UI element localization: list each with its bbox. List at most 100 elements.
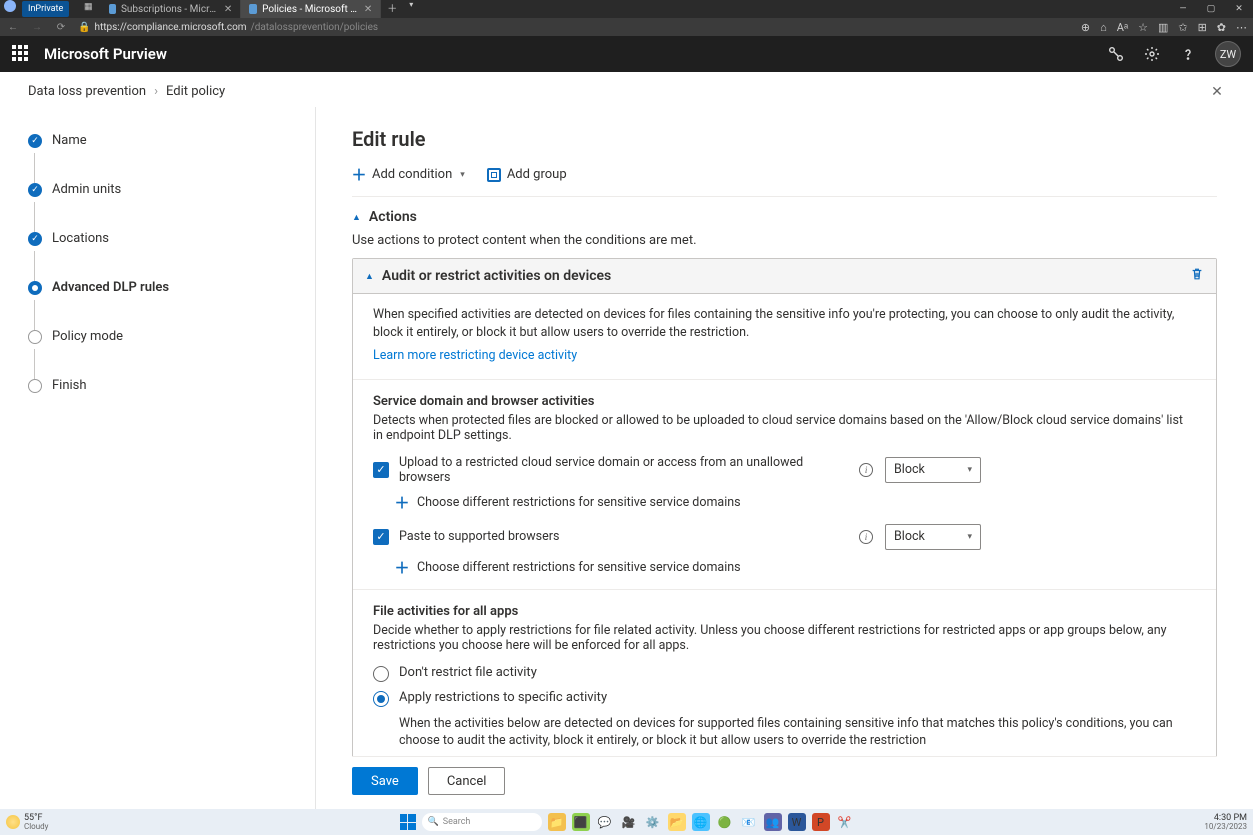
taskbar-app-icon[interactable]: ⚙️	[644, 813, 662, 831]
check-icon	[28, 183, 42, 197]
chevron-down-icon: ▾	[967, 532, 972, 542]
taskbar-app-icon[interactable]: 📧	[740, 813, 758, 831]
favorite-icon[interactable]: ☆	[1138, 21, 1148, 34]
add-condition-label: Add condition	[372, 167, 452, 182]
step-finish[interactable]: Finish	[28, 378, 295, 393]
taskbar-app-icon[interactable]: 👥	[764, 813, 782, 831]
back-button[interactable]: ←	[6, 22, 20, 33]
split-icon[interactable]: ▥	[1158, 21, 1168, 34]
radio-apply-restrictions[interactable]	[373, 691, 389, 707]
upload-action-select[interactable]: Block ▾	[885, 457, 981, 483]
taskbar-app-icon[interactable]: ⬛	[572, 813, 590, 831]
step-label: Finish	[52, 378, 87, 393]
choose-service-restrictions-button-2[interactable]: ＋ Choose different restrictions for sens…	[395, 560, 1196, 575]
taskbar-app-icon[interactable]: 🎥	[620, 813, 638, 831]
info-icon[interactable]	[859, 463, 873, 477]
circle-icon	[28, 330, 42, 344]
refresh-button[interactable]: ⟳	[54, 22, 68, 33]
address-bar[interactable]: 🔒 https://compliance.microsoft.com/datal…	[78, 22, 1071, 33]
taskbar-app-icon[interactable]: 🌐	[692, 813, 710, 831]
step-policy-mode[interactable]: Policy mode	[28, 329, 295, 344]
taskbar-search[interactable]: 🔍 Search	[422, 813, 542, 831]
start-button[interactable]	[400, 814, 416, 830]
url-host: https://compliance.microsoft.com	[94, 22, 246, 33]
collections-icon[interactable]: ⊞	[1198, 21, 1207, 34]
profile-avatar-icon[interactable]	[4, 0, 16, 12]
step-label: Policy mode	[52, 329, 123, 344]
choose-svc-label-2: Choose different restrictions for sensit…	[417, 560, 741, 575]
read-aloud-icon[interactable]: Aᵃ	[1117, 21, 1128, 34]
radio-apply-description: When the activities below are detected o…	[399, 715, 1196, 750]
zoom-icon[interactable]: ⊕	[1081, 21, 1090, 34]
step-advanced-dlp-rules[interactable]: Advanced DLP rules	[28, 280, 295, 295]
page-title: Edit rule	[352, 127, 1217, 151]
step-locations[interactable]: Locations	[28, 231, 295, 246]
service-domain-title: Service domain and browser activities	[373, 394, 1196, 409]
maximize-button[interactable]: ▢	[1197, 0, 1225, 18]
weather-icon	[6, 815, 20, 829]
tab-actions-icon[interactable]: ▦	[81, 0, 95, 14]
chevron-up-icon[interactable]	[365, 271, 374, 282]
select-value: Block	[894, 462, 925, 477]
connector-icon[interactable]	[1107, 45, 1125, 63]
card-title: Audit or restrict activities on devices	[382, 268, 611, 284]
choose-service-restrictions-button[interactable]: ＋ Choose different restrictions for sens…	[395, 495, 1196, 510]
breadcrumb-edit-policy: Edit policy	[166, 84, 225, 99]
save-button[interactable]: Save	[352, 767, 418, 795]
settings-icon[interactable]	[1143, 45, 1161, 63]
home-icon[interactable]: ⌂	[1100, 21, 1107, 34]
file-activities-title: File activities for all apps	[373, 604, 1196, 619]
taskbar-app-icon[interactable]: P	[812, 813, 830, 831]
upload-label: Upload to a restricted cloud service dom…	[399, 455, 849, 485]
choose-svc-label: Choose different restrictions for sensit…	[417, 495, 741, 510]
paste-label: Paste to supported browsers	[399, 529, 559, 544]
step-name[interactable]: Name	[28, 133, 295, 148]
taskbar-app-icon[interactable]: 📁	[548, 813, 566, 831]
close-window-button[interactable]: ✕	[1225, 0, 1253, 18]
paste-checkbox[interactable]	[373, 529, 389, 545]
upload-checkbox[interactable]	[373, 462, 389, 478]
browser-tab-policies[interactable]: Policies - Microsoft Purview ✕	[241, 0, 381, 18]
extensions-icon[interactable]: ✿	[1217, 21, 1226, 34]
chevron-down-icon: ▾	[460, 170, 465, 180]
info-icon[interactable]	[859, 530, 873, 544]
paste-action-select[interactable]: Block ▾	[885, 524, 981, 550]
new-tab-button[interactable]: ＋	[381, 0, 403, 18]
taskbar-app-icon[interactable]: 📂	[668, 813, 686, 831]
search-placeholder: Search	[443, 817, 471, 827]
tab-menu-button[interactable]: ▾	[403, 0, 419, 18]
help-icon[interactable]	[1179, 45, 1197, 63]
more-icon[interactable]: ⋯	[1236, 21, 1247, 34]
close-panel-button[interactable]: ✕	[1207, 82, 1227, 102]
add-condition-button[interactable]: ＋ Add condition ▾	[352, 167, 465, 182]
breadcrumb-dlp[interactable]: Data loss prevention	[28, 84, 146, 99]
system-clock[interactable]: 4:30 PM 10/23/2023	[1204, 814, 1247, 831]
weather-widget[interactable]: 55°F Cloudy	[6, 814, 48, 831]
app-launcher-icon[interactable]	[12, 45, 30, 63]
circle-icon	[28, 379, 42, 393]
user-avatar[interactable]: ZW	[1215, 41, 1241, 67]
close-icon[interactable]: ✕	[364, 4, 372, 15]
taskbar-app-icon[interactable]: 💬	[596, 813, 614, 831]
tab-title: Subscriptions - Microsoft 365 a…	[121, 4, 219, 15]
plus-icon: ＋	[395, 560, 409, 574]
taskbar-app-icon[interactable]: ✂️	[836, 813, 854, 831]
favorites-bar-icon[interactable]: ✩	[1178, 21, 1187, 34]
taskbar-app-icon[interactable]: 🟢	[716, 813, 734, 831]
browser-tab-subscriptions[interactable]: Subscriptions - Microsoft 365 a… ✕	[101, 0, 241, 18]
breadcrumb: Data loss prevention › Edit policy	[0, 72, 1253, 107]
add-group-button[interactable]: Add group	[487, 167, 567, 182]
radio-dont-restrict[interactable]	[373, 666, 389, 682]
url-path: /datalossprevention/policies	[251, 22, 379, 33]
chevron-right-icon: ›	[154, 84, 158, 99]
delete-icon[interactable]	[1190, 267, 1204, 285]
step-admin-units[interactable]: Admin units	[28, 182, 295, 197]
forward-button[interactable]: →	[30, 22, 44, 33]
learn-more-link[interactable]: Learn more restricting device activity	[373, 348, 577, 363]
minimize-button[interactable]: —	[1169, 0, 1197, 18]
cancel-button[interactable]: Cancel	[428, 767, 506, 795]
taskbar-app-icon[interactable]: W	[788, 813, 806, 831]
close-icon[interactable]: ✕	[224, 4, 232, 15]
wizard-stepper: Name Admin units Locations Advanced DLP …	[0, 107, 316, 809]
actions-section-toggle[interactable]: Actions	[352, 209, 1217, 225]
